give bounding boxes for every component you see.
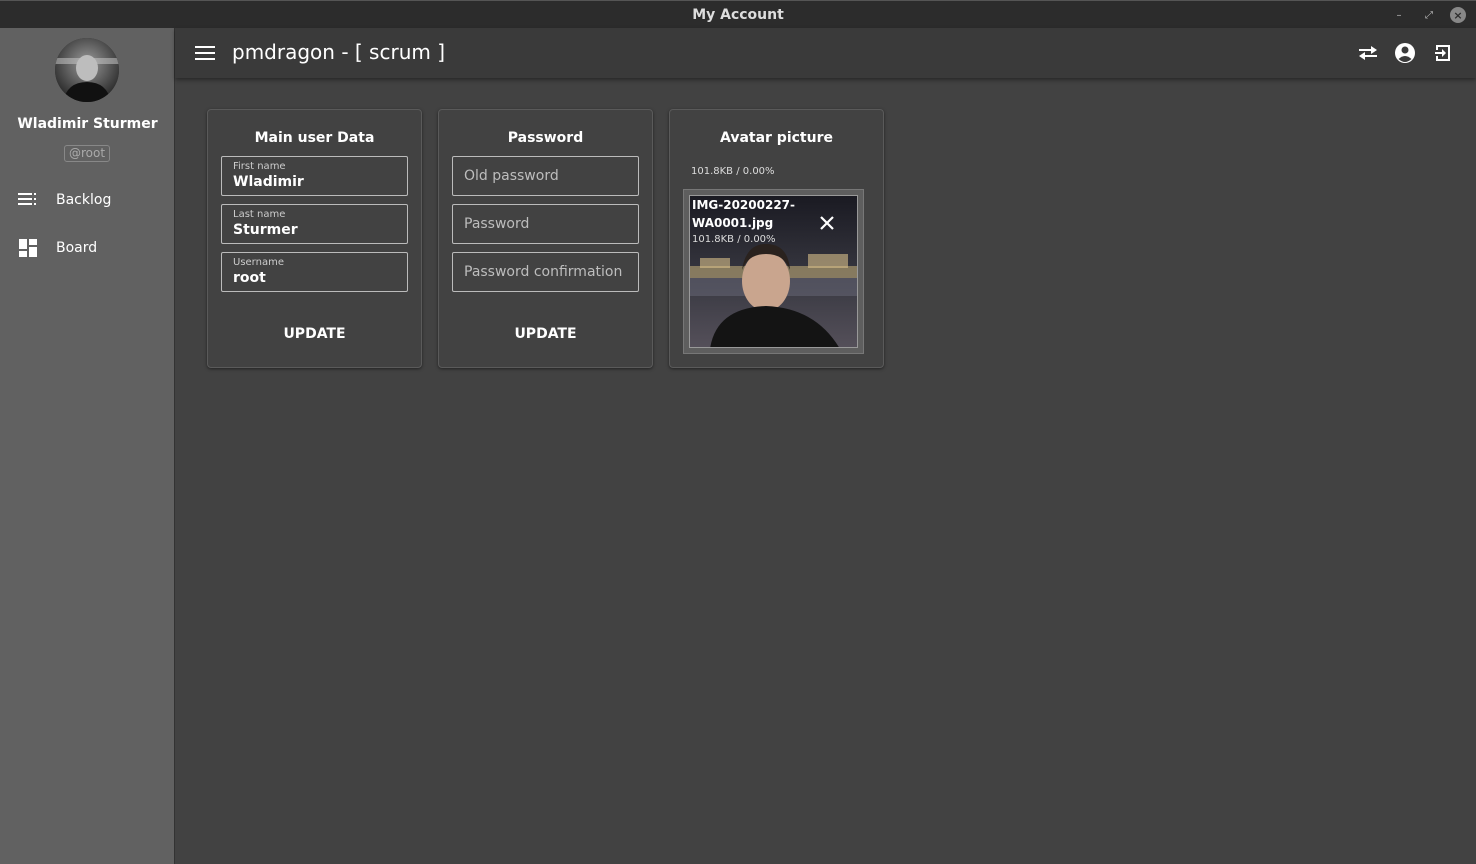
logout-icon[interactable] <box>1431 41 1455 65</box>
main-user-data-card: Main user Data First name Wladimir Last … <box>207 109 422 368</box>
password-field[interactable]: Password <box>452 204 639 244</box>
sidebar-item-label: Backlog <box>56 192 112 208</box>
window-titlebar: My Account – ⤢ × <box>0 0 1476 28</box>
app-bar: pmdragon - [ scrum ] <box>175 28 1476 78</box>
avatar-picture-card: Avatar picture 101.8KB / 0.00% IMG-20200… <box>669 109 884 368</box>
sidebar-item-backlog[interactable]: Backlog <box>0 178 175 222</box>
field-placeholder: Password <box>464 216 530 232</box>
old-password-field[interactable]: Old password <box>452 156 639 196</box>
field-placeholder: Password confirmation <box>464 264 623 280</box>
user-avatar <box>55 38 119 102</box>
swap-icon[interactable] <box>1356 41 1380 65</box>
field-value: Sturmer <box>233 222 298 238</box>
remove-file-icon[interactable] <box>817 213 837 233</box>
update-password-button[interactable]: UPDATE <box>439 326 652 342</box>
upload-file-size: 101.8KB / 0.00% <box>691 166 775 177</box>
sidebar-item-board[interactable]: Board <box>0 226 175 270</box>
card-title: Password <box>507 130 584 146</box>
close-window-icon[interactable]: × <box>1450 7 1466 23</box>
username-field[interactable]: Username root <box>221 252 408 292</box>
account-circle-icon[interactable] <box>1393 41 1417 65</box>
field-placeholder: Old password <box>464 168 559 184</box>
card-title: Avatar picture <box>719 130 833 146</box>
upload-file-name: IMG-20200227-WA0001.jpg <box>692 198 796 230</box>
hamburger-menu-icon[interactable] <box>193 41 217 65</box>
user-handle-badge: @root <box>64 145 110 162</box>
avatar-upload-preview[interactable]: IMG-20200227-WA0001.jpg 101.8KB / 0.00% <box>683 189 864 354</box>
list-icon <box>18 190 38 210</box>
password-confirmation-field[interactable]: Password confirmation <box>452 252 639 292</box>
card-title: Main user Data <box>254 130 375 146</box>
update-user-data-button[interactable]: UPDATE <box>208 326 421 342</box>
first-name-field[interactable]: First name Wladimir <box>221 156 408 196</box>
field-label: Last name <box>233 209 286 220</box>
sidebar-user-name: Wladimir Sturmer <box>17 116 158 132</box>
field-label: Username <box>233 257 284 268</box>
minimize-icon[interactable]: – <box>1391 7 1407 23</box>
field-value: root <box>233 270 266 286</box>
field-value: Wladimir <box>233 174 304 190</box>
sidebar: Wladimir Sturmer @root Backlog Board <box>0 28 175 864</box>
upload-file-size-overlay: 101.8KB / 0.00% <box>692 234 776 245</box>
project-title: pmdragon - [ scrum ] <box>232 40 446 64</box>
last-name-field[interactable]: Last name Sturmer <box>221 204 408 244</box>
dashboard-icon <box>18 238 38 258</box>
window-title: My Account <box>692 6 784 23</box>
password-card: Password Old password Password Password … <box>438 109 653 368</box>
restore-icon[interactable]: ⤢ <box>1421 7 1437 23</box>
field-label: First name <box>233 161 286 172</box>
sidebar-item-label: Board <box>56 240 98 256</box>
